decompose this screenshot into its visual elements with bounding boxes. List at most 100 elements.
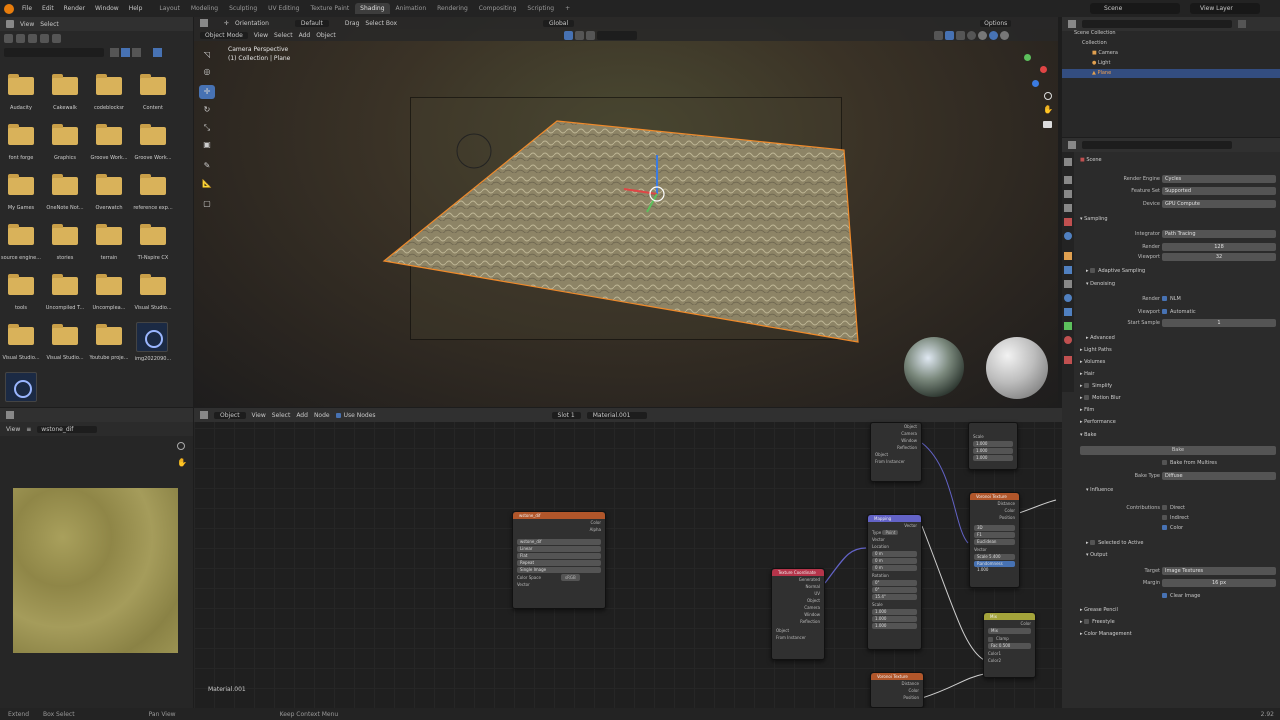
image-selector[interactable]: wstone_dif <box>37 425 98 433</box>
advanced-panel[interactable]: ▸ Advanced <box>1086 335 1115 341</box>
folder-icon[interactable] <box>52 224 78 245</box>
image-selector[interactable]: wstone_dif <box>517 539 601 545</box>
rotation-x[interactable]: 0° <box>872 580 917 586</box>
interpolation-dropdown[interactable]: Linear <box>517 546 601 552</box>
folder-icon[interactable] <box>52 274 78 295</box>
sort-icon[interactable] <box>132 48 141 57</box>
folder-icon[interactable] <box>96 74 122 95</box>
scale-y[interactable]: 1.000 <box>973 448 1013 454</box>
influence-panel[interactable]: ▾ Influence <box>1086 487 1113 493</box>
viewport-samples-field[interactable]: 32 <box>1162 253 1276 261</box>
selected-to-active-panel[interactable]: ▸ Selected to Active <box>1086 540 1143 546</box>
margin-field[interactable]: 16 px <box>1162 579 1276 587</box>
outliner-item-light[interactable]: ● Light <box>1092 59 1110 68</box>
gizmo-y-icon[interactable] <box>1024 54 1031 61</box>
menu-select[interactable]: Select <box>40 21 59 28</box>
view-layer-tab-icon[interactable] <box>1064 204 1072 212</box>
location-x[interactable]: 0 m <box>872 551 917 557</box>
dimensions-dropdown[interactable]: 3D <box>974 525 1015 531</box>
render-tab-icon[interactable] <box>1064 176 1072 184</box>
folder-icon[interactable] <box>8 324 34 345</box>
feature-dropdown[interactable]: F1 <box>974 532 1015 538</box>
tab-layout[interactable]: Layout <box>154 3 184 14</box>
color-management-panel[interactable]: ▸ Color Management <box>1080 631 1132 637</box>
distance-dropdown[interactable]: Euclidean <box>974 539 1015 545</box>
projection-dropdown[interactable]: Flat <box>517 553 601 559</box>
thumbnail-view-icon[interactable] <box>121 48 130 57</box>
view-layer-selector[interactable]: View Layer <box>1190 3 1260 14</box>
folder-icon[interactable] <box>8 124 34 145</box>
editor-type-icon[interactable] <box>1068 20 1076 28</box>
move-tool-icon[interactable]: ✛ <box>199 85 215 99</box>
camera-view-icon[interactable] <box>1043 121 1052 128</box>
voronoi-scale-field[interactable]: Scale 5.400 <box>974 554 1015 560</box>
start-sample-field[interactable]: 1 <box>1162 319 1276 327</box>
blend-mode-dropdown[interactable]: Mix <box>988 628 1031 634</box>
folder-icon[interactable] <box>140 74 166 95</box>
scale-y[interactable]: 1.000 <box>872 616 917 622</box>
select-tool-icon[interactable]: ◎ <box>199 65 215 79</box>
adaptive-sampling-panel[interactable]: ▸ Adaptive Sampling <box>1086 268 1145 274</box>
outliner-item-camera[interactable]: ■ Camera <box>1092 49 1118 58</box>
integrator-dropdown[interactable]: Path Tracing <box>1162 230 1276 238</box>
clamp-checkbox[interactable]: Clamp <box>984 635 1035 642</box>
mix-node[interactable]: Mix Color Mix Clamp Fac 0.500 Color1 Col… <box>983 612 1036 678</box>
simplify-panel[interactable]: ▸ Simplify <box>1080 383 1112 389</box>
outliner-collection[interactable]: Collection <box>1082 39 1107 48</box>
folder-icon[interactable] <box>140 274 166 295</box>
world-tab-icon[interactable] <box>1064 232 1072 240</box>
gizmo-x-icon[interactable] <box>1040 66 1047 73</box>
scene-tab-icon[interactable] <box>1064 218 1072 226</box>
menu-window[interactable]: Window <box>91 4 123 13</box>
navigation-gizmo[interactable] <box>1014 52 1050 88</box>
menu-view[interactable]: View <box>20 21 34 28</box>
modifier-tab-icon[interactable] <box>1064 266 1072 274</box>
color-space-dropdown[interactable]: sRGB <box>561 574 580 581</box>
voronoi-randomness-field[interactable]: Randomness 1.000 <box>974 561 1015 572</box>
bake-multires-checkbox[interactable]: Bake from Multires <box>1162 459 1217 467</box>
pan-hand-icon[interactable]: ✋ <box>177 458 187 467</box>
from-instancer[interactable]: From Instancer <box>871 458 921 465</box>
outliner-item-plane[interactable]: ▲ Plane <box>1062 69 1280 78</box>
folder-icon[interactable] <box>52 174 78 195</box>
object-tab-icon[interactable] <box>1064 252 1072 260</box>
tab-shading[interactable]: Shading <box>355 3 390 14</box>
folder-icon[interactable] <box>96 124 122 145</box>
denoising-panel[interactable]: ▾ Denoising <box>1086 281 1115 287</box>
location-z[interactable]: 0 m <box>872 565 917 571</box>
back-arrow-icon[interactable] <box>4 34 13 43</box>
view-menu[interactable]: View <box>6 426 20 433</box>
performance-panel[interactable]: ▸ Performance <box>1080 419 1116 425</box>
annotate-tool-icon[interactable]: ✎ <box>199 159 215 173</box>
grease-pencil-panel[interactable]: ▸ Grease Pencil <box>1080 607 1118 613</box>
volumes-panel[interactable]: ▸ Volumes <box>1080 359 1105 365</box>
tab-animation[interactable]: Animation <box>391 3 432 14</box>
render-engine-dropdown[interactable]: Cycles <box>1162 175 1276 183</box>
output-panel[interactable]: ▾ Output <box>1086 552 1107 558</box>
freestyle-panel[interactable]: ▸ Freestyle <box>1080 619 1115 625</box>
pan-hand-icon[interactable]: ✋ <box>1043 105 1053 114</box>
outliner-scene-collection[interactable]: Scene Collection <box>1074 29 1116 38</box>
transform-tool-icon[interactable]: ▣ <box>199 138 215 152</box>
list-view-icon[interactable] <box>110 48 119 57</box>
bottom-voronoi-node[interactable]: Voronoi Texture Distance Color Position <box>870 672 924 708</box>
folder-icon[interactable] <box>140 124 166 145</box>
from-instancer[interactable]: From Instancer <box>772 634 824 641</box>
menu-help[interactable]: Help <box>125 4 147 13</box>
sampling-panel-header[interactable]: ▾ Sampling <box>1080 216 1108 222</box>
source-dropdown[interactable]: Single Image <box>517 567 601 573</box>
folder-icon[interactable] <box>140 174 166 195</box>
location-y[interactable]: 0 m <box>872 558 917 564</box>
new-folder-icon[interactable] <box>52 34 61 43</box>
tab-compositing[interactable]: Compositing <box>474 3 522 14</box>
type-dropdown[interactable]: Point <box>882 530 899 535</box>
filter-icon[interactable] <box>1238 20 1246 28</box>
output-tab-icon[interactable] <box>1064 190 1072 198</box>
file-search-input[interactable] <box>4 48 104 57</box>
scale-x[interactable]: 1.000 <box>973 441 1013 447</box>
outliner-search-input[interactable] <box>1082 20 1232 28</box>
voronoi-node[interactable]: Voronoi Texture Distance Color Position … <box>969 492 1020 588</box>
light-paths-panel[interactable]: ▸ Light Paths <box>1080 347 1112 353</box>
scale-x[interactable]: 1.000 <box>872 609 917 615</box>
measure-tool-icon[interactable]: 📐 <box>199 177 215 191</box>
